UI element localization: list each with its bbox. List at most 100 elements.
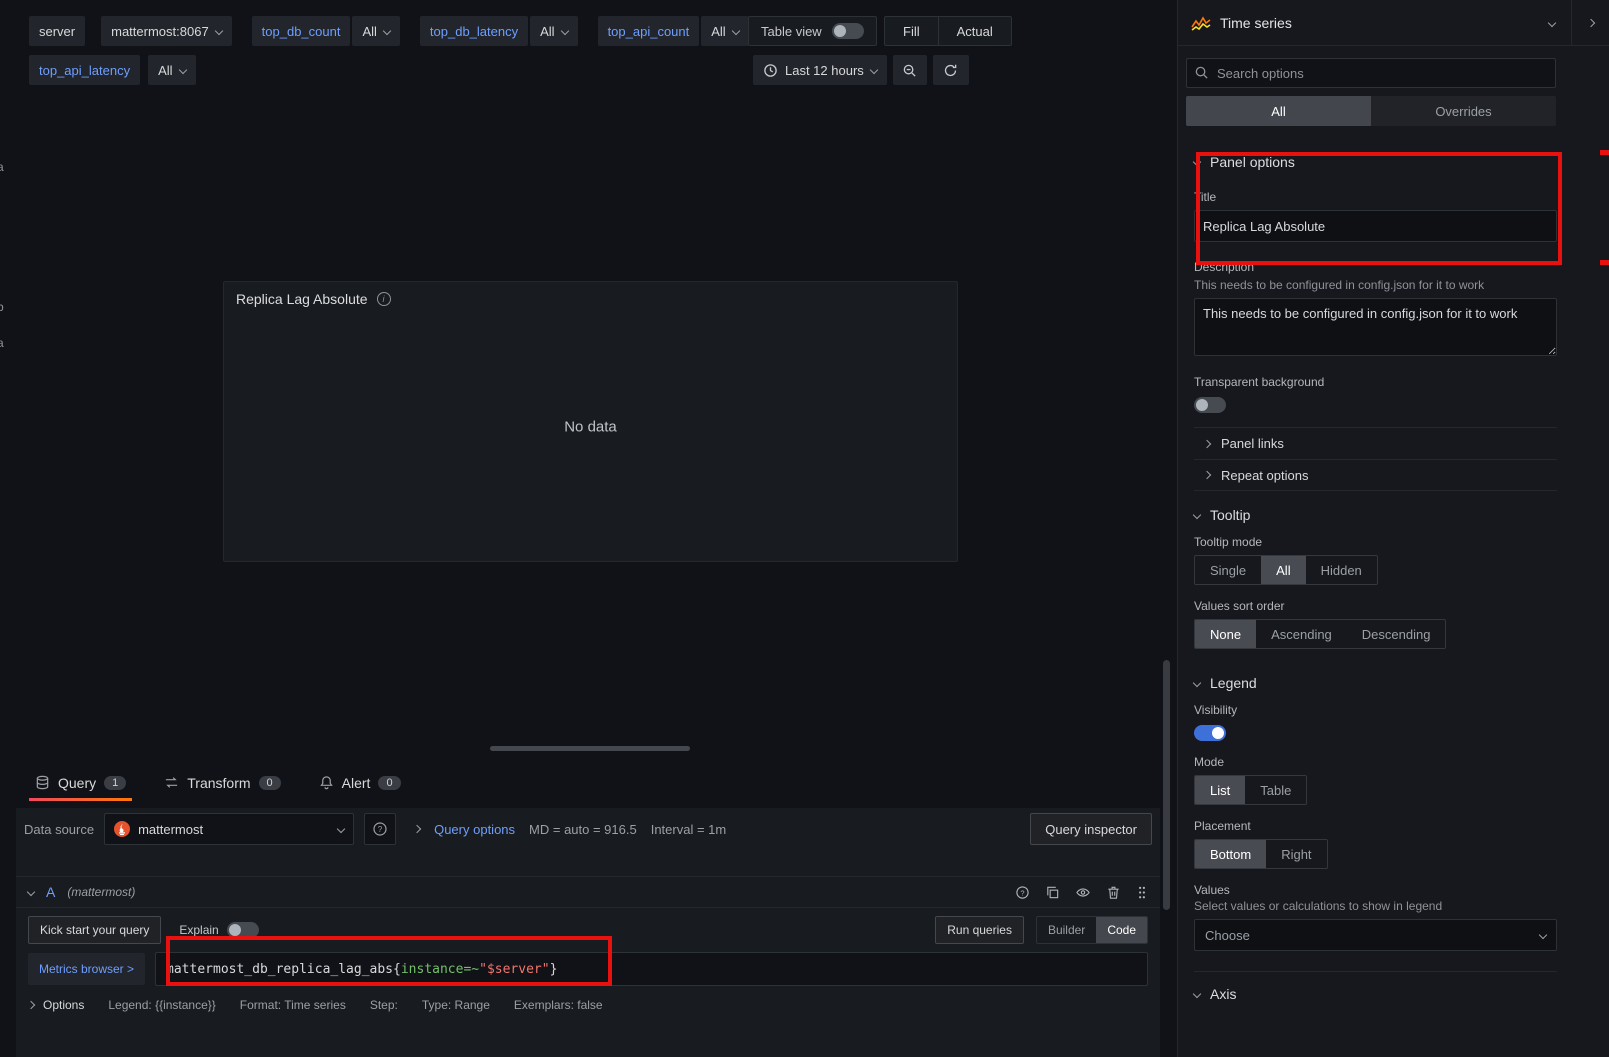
query-ref-datasource: (mattermost) — [67, 885, 135, 899]
chevron-down-icon — [337, 825, 345, 833]
sort-ascending[interactable]: Ascending — [1256, 620, 1347, 648]
var-label-server[interactable]: server — [29, 16, 85, 46]
var-value: All — [158, 63, 172, 78]
tab-transform[interactable]: Transform 0 — [158, 764, 286, 801]
query-inspector-button[interactable]: Query inspector — [1030, 813, 1152, 845]
var-label-top-db-latency[interactable]: top_db_latency — [420, 16, 528, 46]
table-view-toggle[interactable] — [832, 23, 864, 39]
expr-metric: mattermost_db_replica_lag_abs — [166, 962, 393, 977]
tooltip-section-header[interactable]: Tooltip — [1194, 507, 1557, 523]
options-body: Panel options Title Description This nee… — [1178, 154, 1609, 1002]
metrics-browser-button[interactable]: Metrics browser > — [28, 953, 145, 985]
repeat-options-label: Repeat options — [1221, 468, 1308, 483]
var-label-top-db-count[interactable]: top_db_count — [252, 16, 351, 46]
drag-handle-icon[interactable] — [1136, 885, 1148, 900]
var-value-top-db-latency-dropdown[interactable]: All — [530, 16, 577, 46]
legend-section-header[interactable]: Legend — [1194, 675, 1557, 691]
chevron-down-icon — [560, 27, 568, 35]
var-value-server-dropdown[interactable]: mattermost:8067 — [101, 16, 232, 46]
options-toggle[interactable]: Options — [28, 998, 84, 1012]
panel-preview-header[interactable]: Replica Lag Absolute i — [224, 282, 957, 316]
tab-query[interactable]: Query 1 — [29, 764, 132, 801]
var-label-top-api-count[interactable]: top_api_count — [598, 16, 700, 46]
var-value-top-db-count-dropdown[interactable]: All — [352, 16, 399, 46]
repeat-options-section[interactable]: Repeat options — [1194, 459, 1557, 491]
explain-toggle[interactable] — [227, 922, 259, 938]
tab-query-label: Query — [58, 775, 96, 791]
prometheus-logo-icon — [114, 821, 130, 837]
chevron-down-icon — [731, 27, 739, 35]
left-edge-text-fragment: b — [0, 300, 4, 314]
options-label: Options — [43, 998, 84, 1012]
database-icon — [35, 775, 50, 790]
query-ref-id[interactable]: A — [46, 884, 55, 900]
axis-section-header[interactable]: Axis — [1194, 986, 1557, 1002]
tooltip-mode-single[interactable]: Single — [1195, 556, 1261, 584]
query-options-interval: Interval = 1m — [651, 822, 727, 837]
tab-alert[interactable]: Alert 0 — [313, 764, 407, 801]
promql-code-input[interactable]: mattermost_db_replica_lag_abs{instance=~… — [155, 952, 1148, 986]
chevron-down-icon — [1193, 158, 1201, 166]
sort-descending[interactable]: Descending — [1347, 620, 1446, 648]
chevron-right-icon — [413, 825, 421, 833]
legend-meta: Legend: {{instance}} — [108, 998, 215, 1012]
query-options-toggle[interactable]: Query options — [434, 822, 515, 837]
placement-right[interactable]: Right — [1266, 840, 1326, 868]
tab-transform-count: 0 — [259, 776, 281, 790]
builder-option[interactable]: Builder — [1037, 917, 1096, 943]
main-scrollbar[interactable] — [1163, 660, 1170, 910]
chevron-down-icon[interactable] — [27, 888, 35, 896]
tab-all[interactable]: All — [1186, 96, 1371, 126]
visibility-label: Visibility — [1194, 703, 1557, 717]
hide-query-eye-icon[interactable] — [1075, 885, 1091, 900]
duplicate-query-icon[interactable] — [1045, 885, 1060, 900]
panel-options-section-header[interactable]: Panel options — [1194, 154, 1557, 170]
var-label-top-api-latency[interactable]: top_api_latency — [29, 55, 140, 85]
title-label: Title — [1194, 190, 1557, 204]
delete-query-trash-icon[interactable] — [1106, 885, 1121, 900]
legend-header-label: Legend — [1210, 675, 1257, 691]
var-value-top-api-count-dropdown[interactable]: All — [701, 16, 748, 46]
fill-option[interactable]: Fill — [885, 17, 938, 45]
actual-option[interactable]: Actual — [938, 17, 1011, 45]
query-ref-row: A (mattermost) ? — [16, 876, 1160, 908]
kick-start-button[interactable]: Kick start your query — [28, 916, 161, 944]
sort-none[interactable]: None — [1195, 620, 1256, 648]
time-range-picker[interactable]: Last 12 hours — [753, 55, 887, 85]
expr-value: "$server" — [479, 962, 549, 977]
query-row-actions: ? — [1015, 885, 1148, 900]
datasource-picker[interactable]: mattermost — [104, 813, 354, 845]
search-options-input[interactable] — [1186, 58, 1556, 88]
transparent-background-toggle[interactable] — [1194, 397, 1226, 413]
legend-mode-list[interactable]: List — [1195, 776, 1245, 804]
var-value: All — [362, 24, 376, 39]
legend-visibility-toggle[interactable] — [1194, 725, 1226, 741]
datasource-help-button[interactable]: ? — [364, 813, 396, 845]
panel-description-textarea[interactable]: This needs to be configured in config.js… — [1194, 298, 1557, 356]
tab-alert-count: 0 — [378, 776, 400, 790]
panel-links-section[interactable]: Panel links — [1194, 427, 1557, 459]
legend-values-help: Select values or calculations to show in… — [1194, 899, 1557, 913]
collapse-options-pane-button[interactable] — [1571, 0, 1609, 45]
query-toolbar-row: Kick start your query Explain Run querie… — [16, 908, 1160, 950]
info-icon[interactable]: i — [377, 292, 391, 306]
viz-picker-dropdown-button[interactable] — [1533, 0, 1571, 45]
tooltip-mode-hidden[interactable]: Hidden — [1306, 556, 1377, 584]
run-queries-button[interactable]: Run queries — [935, 916, 1024, 944]
chevron-down-icon — [1539, 931, 1547, 939]
tooltip-mode-all[interactable]: All — [1261, 556, 1305, 584]
var-value-top-api-latency-dropdown[interactable]: All — [148, 55, 195, 85]
editor-resize-handle[interactable] — [490, 746, 690, 751]
panel-title-input[interactable] — [1194, 210, 1557, 242]
query-options-md: MD = auto = 916.5 — [529, 822, 637, 837]
help-circle-icon[interactable]: ? — [1015, 885, 1030, 900]
timeseries-viz-icon — [1191, 15, 1211, 31]
code-option[interactable]: Code — [1096, 917, 1147, 943]
zoom-out-button[interactable] — [893, 55, 927, 85]
tab-overrides[interactable]: Overrides — [1371, 96, 1556, 126]
placement-bottom[interactable]: Bottom — [1195, 840, 1266, 868]
refresh-button[interactable] — [933, 55, 969, 85]
legend-mode-table[interactable]: Table — [1245, 776, 1306, 804]
legend-mode-group: List Table — [1194, 775, 1307, 805]
legend-values-select[interactable]: Choose — [1194, 919, 1557, 951]
